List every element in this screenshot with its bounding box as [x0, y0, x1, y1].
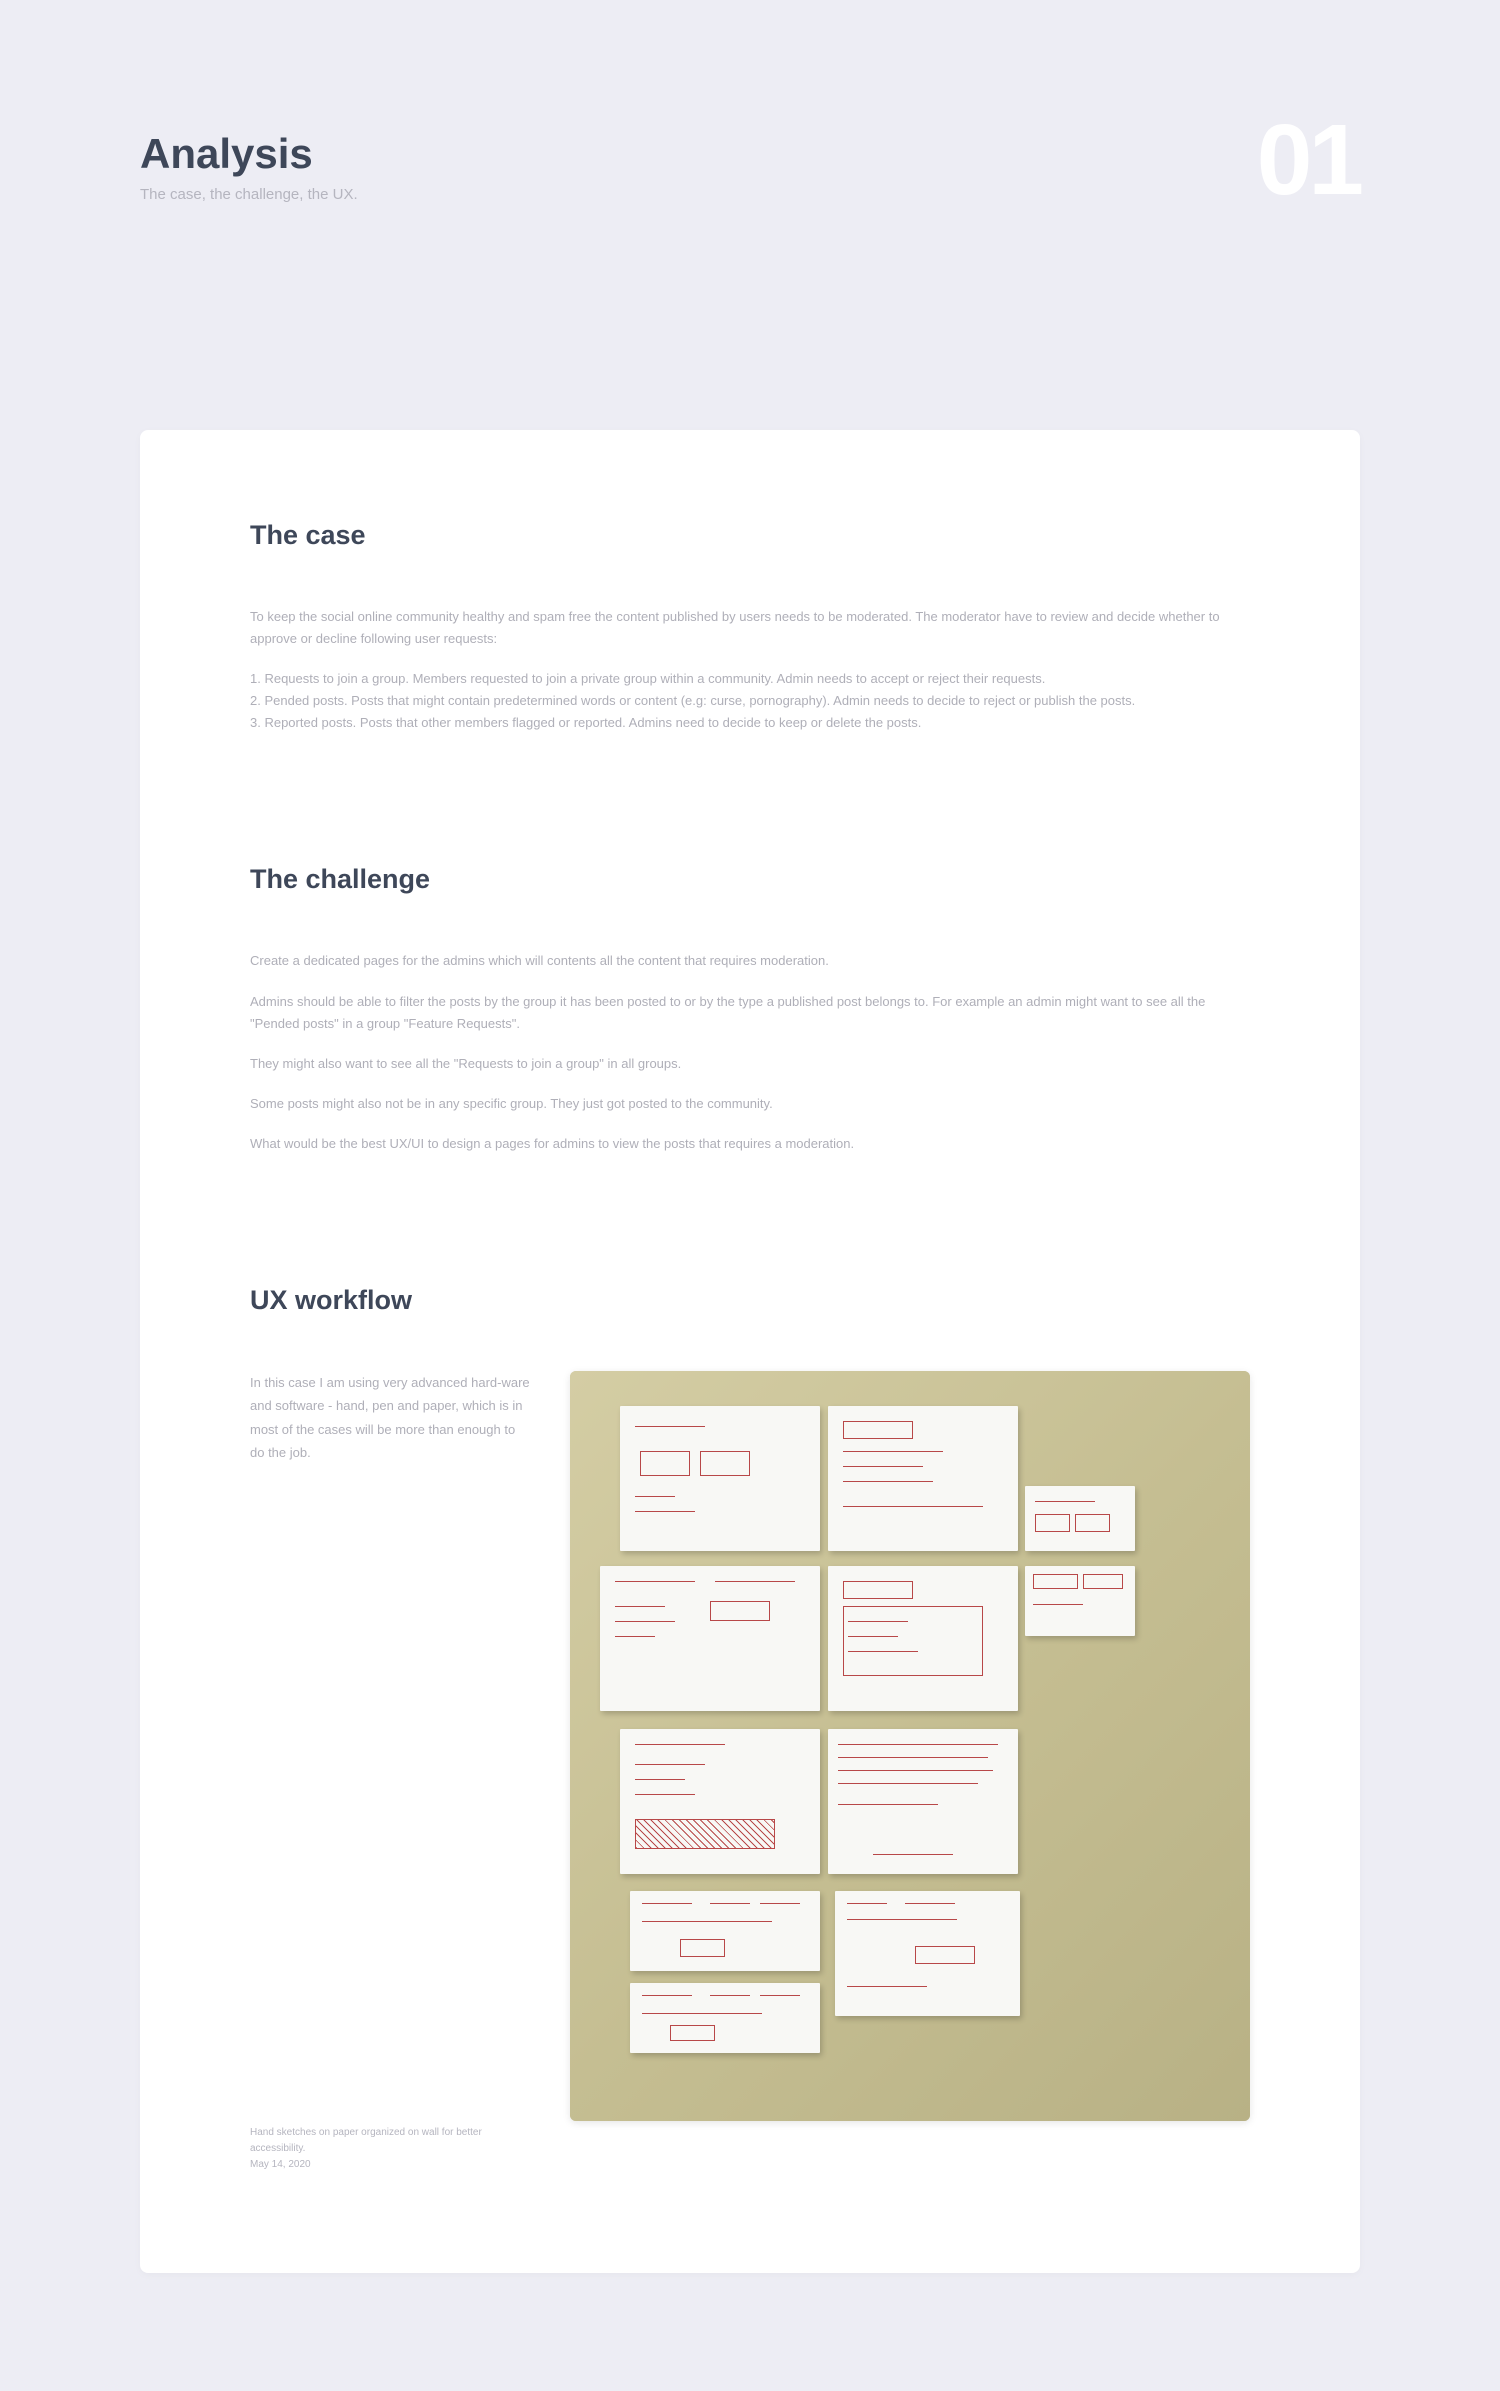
case-item-2: 2. Pended posts. Posts that might contai…	[250, 690, 1250, 712]
ux-description: In this case I am using very advanced ha…	[250, 1371, 530, 1465]
ux-caption-line2: May 14, 2020	[250, 2157, 530, 2173]
section-ux: UX workflow In this case I am using very…	[250, 1285, 1250, 2173]
challenge-p1: Create a dedicated pages for the admins …	[250, 950, 1250, 972]
content-card: The case To keep the social online commu…	[140, 430, 1360, 2273]
section-challenge: The challenge Create a dedicated pages f…	[250, 864, 1250, 1155]
page-header: Analysis The case, the challenge, the UX…	[0, 0, 1500, 280]
ux-description-column: In this case I am using very advanced ha…	[250, 1371, 530, 2173]
case-list: 1. Requests to join a group. Members req…	[250, 668, 1250, 734]
section-case: The case To keep the social online commu…	[250, 520, 1250, 734]
case-intro: To keep the social online community heal…	[250, 606, 1250, 650]
page-subtitle: The case, the challenge, the UX.	[140, 186, 1360, 203]
ux-heading: UX workflow	[250, 1285, 1250, 1316]
challenge-p2: Admins should be able to filter the post…	[250, 991, 1250, 1035]
challenge-heading: The challenge	[250, 864, 1250, 895]
section-number: 01	[1257, 110, 1360, 210]
challenge-p4: Some posts might also not be in any spec…	[250, 1093, 1250, 1115]
case-item-3: 3. Reported posts. Posts that other memb…	[250, 712, 1250, 734]
ux-layout: In this case I am using very advanced ha…	[250, 1371, 1250, 2173]
case-item-1: 1. Requests to join a group. Members req…	[250, 668, 1250, 690]
page-title: Analysis	[140, 130, 1360, 178]
challenge-p5: What would be the best UX/UI to design a…	[250, 1133, 1250, 1155]
ux-image-column	[570, 1371, 1250, 2173]
ux-caption-line1: Hand sketches on paper organized on wall…	[250, 2125, 530, 2157]
sketch-image	[570, 1371, 1250, 2121]
challenge-p3: They might also want to see all the "Req…	[250, 1053, 1250, 1075]
case-heading: The case	[250, 520, 1250, 551]
